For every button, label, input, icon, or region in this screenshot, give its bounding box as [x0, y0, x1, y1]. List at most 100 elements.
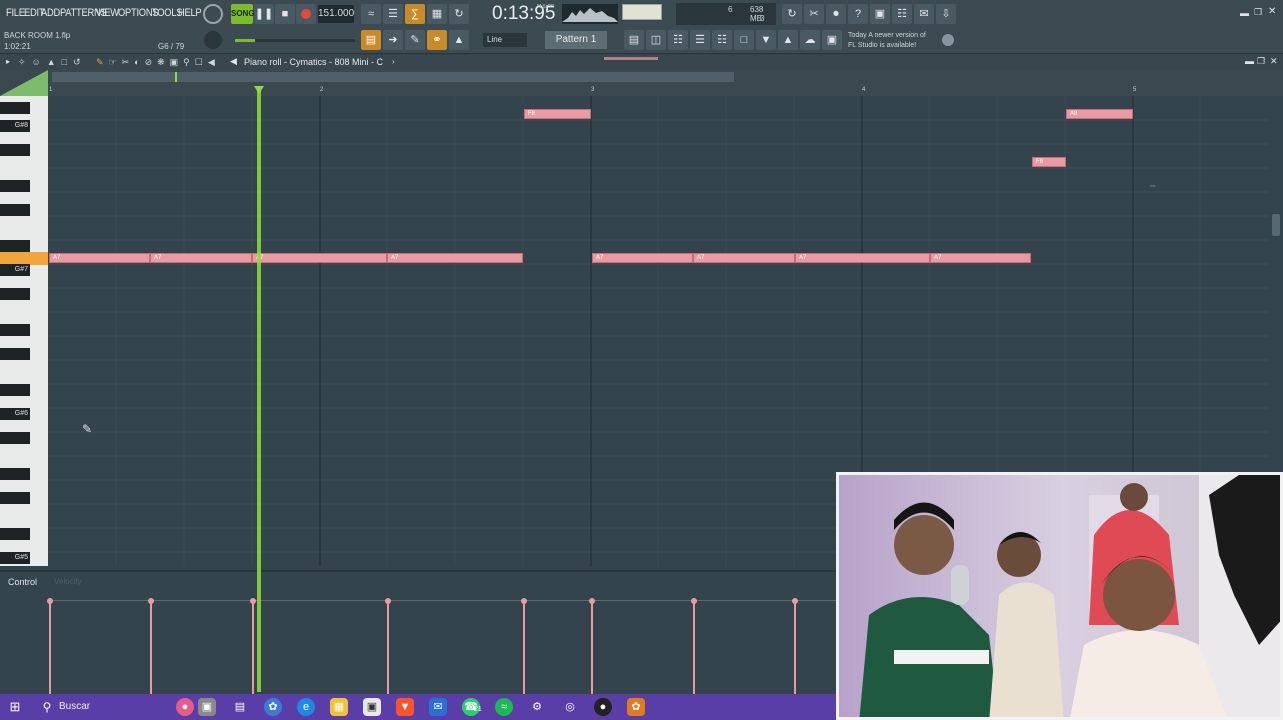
- pr-close-icon[interactable]: ✕: [1270, 56, 1278, 67]
- chat-icon[interactable]: ✉: [914, 4, 934, 24]
- tempo-display[interactable]: 151.000: [318, 5, 354, 23]
- black-key[interactable]: [0, 528, 30, 540]
- key-label-g5[interactable]: G#5: [0, 552, 30, 564]
- scissors-icon[interactable]: ✂: [804, 4, 824, 24]
- window-close-icon[interactable]: ✕: [1268, 6, 1276, 17]
- microphone-icon[interactable]: ⏺: [826, 4, 846, 24]
- velocity-bar[interactable]: [523, 601, 525, 694]
- browser-icon[interactable]: ☷: [712, 30, 732, 50]
- record-button[interactable]: [296, 4, 316, 24]
- velocity-handle[interactable]: [148, 598, 154, 604]
- playlist-icon[interactable]: ▤: [624, 30, 644, 50]
- timeline-ruler[interactable]: 1 2 3 4 5: [0, 70, 1283, 96]
- master-pitch-slider[interactable]: [235, 39, 355, 42]
- step-edit-icon[interactable]: ▦: [427, 4, 447, 24]
- control-label[interactable]: Control: [8, 577, 37, 587]
- key-label-g7[interactable]: G#7: [0, 264, 30, 276]
- news-refresh-icon[interactable]: [942, 34, 954, 46]
- arrow-right-icon[interactable]: ➜: [383, 30, 403, 50]
- note[interactable]: A7: [693, 253, 795, 263]
- obs-icon[interactable]: ●: [594, 698, 612, 716]
- note[interactable]: A7: [592, 253, 693, 263]
- copilot-icon[interactable]: ✿: [264, 698, 282, 716]
- velocity-bar[interactable]: [794, 601, 796, 694]
- menu-add[interactable]: ADD: [41, 7, 60, 19]
- black-key[interactable]: [0, 180, 30, 192]
- search-icon[interactable]: ⚲: [38, 698, 56, 716]
- windows-start-icon[interactable]: ⊞: [6, 698, 24, 716]
- store-icon[interactable]: ▣: [822, 30, 842, 50]
- window-restore-icon[interactable]: ❐: [1254, 7, 1262, 18]
- pr-restore-icon[interactable]: ❐: [1257, 56, 1265, 67]
- black-key[interactable]: [0, 204, 30, 216]
- pr-minimize-icon[interactable]: ▬: [1245, 56, 1254, 66]
- piano-roll-tools[interactable]: ✧☺▲□↺: [18, 57, 87, 68]
- channel-rack-icon[interactable]: ☷: [668, 30, 688, 50]
- note[interactable]: A7: [150, 253, 252, 263]
- velocity-handle[interactable]: [521, 598, 527, 604]
- black-key[interactable]: [0, 384, 30, 396]
- velocity-bar[interactable]: [252, 601, 254, 694]
- fl-studio-icon[interactable]: ✿: [627, 698, 645, 716]
- tuner-icon[interactable]: ▲: [778, 30, 798, 50]
- note[interactable]: A7: [49, 253, 150, 263]
- velocity-bar[interactable]: [693, 601, 695, 694]
- piano-keyboard[interactable]: G#8 G#7 G#6 G#5: [0, 96, 48, 566]
- settings-gear-icon[interactable]: ⚙: [528, 698, 546, 716]
- note[interactable]: A7: [387, 253, 523, 263]
- note[interactable]: A8: [1066, 109, 1133, 119]
- taskbar-search[interactable]: Buscar: [59, 701, 90, 712]
- mail-icon[interactable]: ✉: [429, 698, 447, 716]
- store-app-icon[interactable]: ▣: [363, 698, 381, 716]
- camera-settings-icon[interactable]: ◎: [561, 698, 579, 716]
- mixer-icon[interactable]: ☷: [892, 4, 912, 24]
- play-preview-icon[interactable]: ◀: [230, 56, 237, 67]
- download-icon[interactable]: ⇩: [936, 4, 956, 24]
- news-panel[interactable]: Today A newer version of FL Studio is av…: [848, 31, 926, 51]
- playhead-line[interactable]: [257, 86, 261, 692]
- help-icon[interactable]: ?: [848, 4, 868, 24]
- black-key[interactable]: [0, 348, 30, 360]
- wait-input-icon[interactable]: ☰: [383, 4, 403, 24]
- event-editor[interactable]: Control Velocity: [0, 570, 836, 694]
- black-key[interactable]: [0, 468, 30, 480]
- file-explorer-icon[interactable]: ▦: [330, 698, 348, 716]
- velocity-bar[interactable]: [387, 601, 389, 694]
- velocity-handle[interactable]: [250, 598, 256, 604]
- velocity-bar[interactable]: [591, 601, 593, 694]
- stop-button[interactable]: ■: [275, 4, 295, 24]
- key-label-g8[interactable]: G#8: [0, 120, 30, 132]
- pattern-selector[interactable]: Pattern 1: [545, 31, 607, 49]
- velocity-handle[interactable]: [385, 598, 391, 604]
- menu-help[interactable]: HELP: [178, 7, 202, 19]
- note[interactable]: A7: [252, 253, 387, 263]
- song-pattern-toggle[interactable]: SONG: [231, 4, 255, 24]
- note[interactable]: A7: [795, 253, 930, 263]
- stamp-icon[interactable]: ▲: [449, 30, 469, 50]
- velocity-handle[interactable]: [47, 598, 53, 604]
- key-label-g6[interactable]: G#6: [0, 408, 30, 420]
- control-target-label[interactable]: Velocity: [54, 577, 82, 586]
- note[interactable]: F8: [1032, 157, 1066, 167]
- velocity-bar[interactable]: [49, 601, 51, 694]
- note[interactable]: A7: [930, 253, 1031, 263]
- pitch-knob[interactable]: [204, 31, 222, 49]
- pencil-icon[interactable]: ✎: [405, 30, 425, 50]
- link-icon[interactable]: ⚭: [427, 30, 447, 50]
- metronome-icon[interactable]: ≈: [361, 4, 381, 24]
- horizontal-scrollbar[interactable]: [52, 72, 734, 82]
- black-key[interactable]: [0, 240, 30, 252]
- edge-icon[interactable]: e: [297, 698, 315, 716]
- black-key[interactable]: [0, 492, 30, 504]
- spotify-icon[interactable]: ≈: [495, 698, 513, 716]
- cloud-icon[interactable]: ☁: [800, 30, 820, 50]
- piano-roll-view-icon[interactable]: ▤: [361, 30, 381, 50]
- menu-view[interactable]: VIEW: [96, 7, 119, 19]
- piano-roll-edit-tools[interactable]: ✎☞✂◐⊘❋▣⚲☐◀: [96, 57, 220, 68]
- refresh-icon[interactable]: ↻: [782, 4, 802, 24]
- loop-record-icon[interactable]: ↻: [449, 4, 469, 24]
- black-key[interactable]: [0, 102, 30, 114]
- menu-arrow-icon[interactable]: ▸: [6, 57, 10, 66]
- mixer-view-icon[interactable]: ☰: [690, 30, 710, 50]
- play-button[interactable]: ❚❚: [254, 4, 274, 24]
